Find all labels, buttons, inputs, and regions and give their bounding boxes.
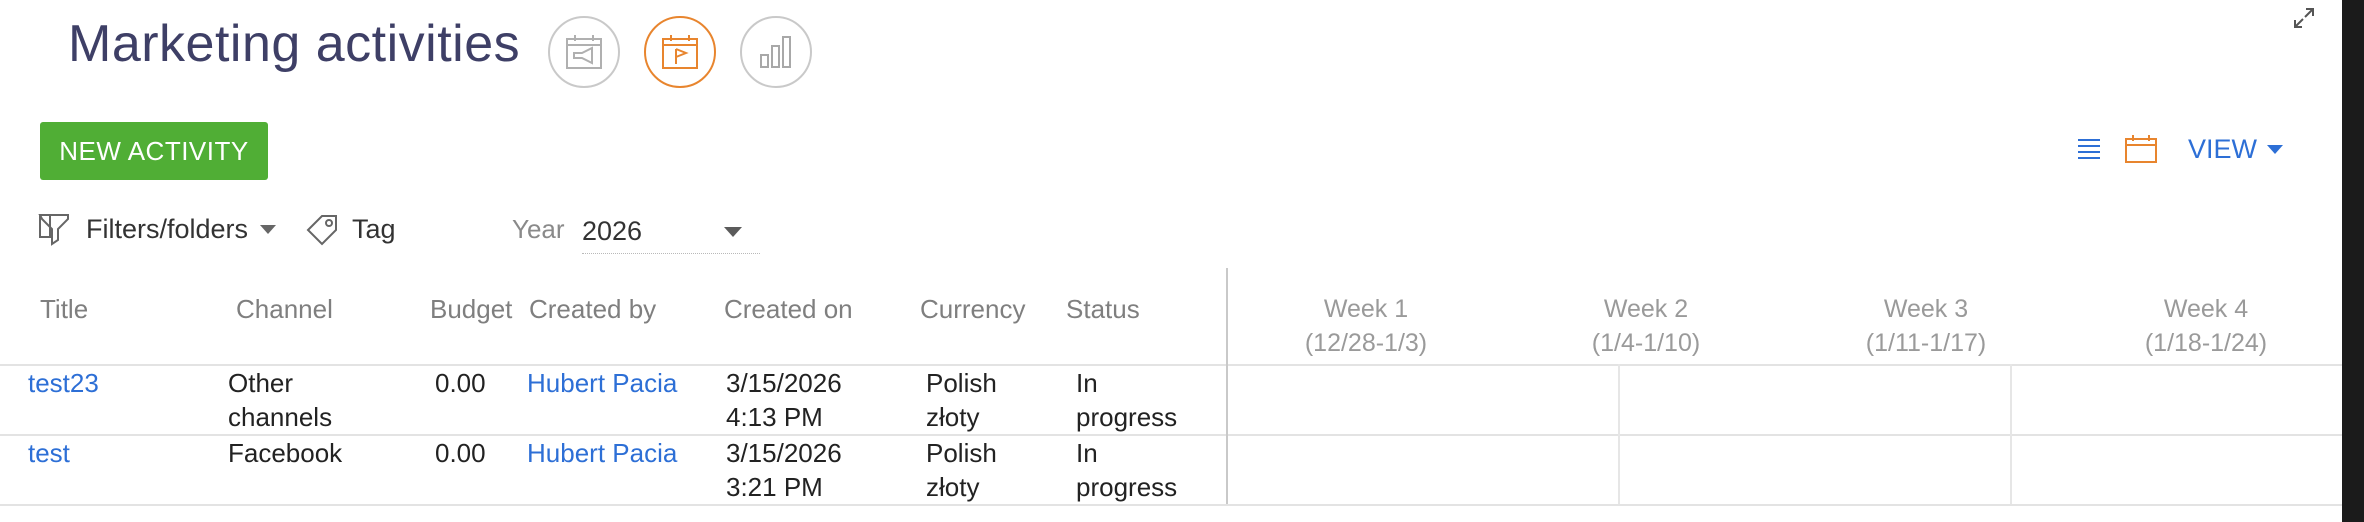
status-line: progress (1076, 402, 1178, 432)
currency-cell: Polish złoty (926, 366, 997, 434)
main-panel: Marketing activities NEW ACTIVITY VIEW F… (0, 0, 2342, 522)
currency-line: złoty (926, 402, 980, 432)
status-line: In (1076, 368, 1098, 398)
column-header-title[interactable]: Title (40, 294, 88, 325)
view-menu-button[interactable]: VIEW (2188, 134, 2284, 165)
created-by-link[interactable]: Hubert Pacia (527, 366, 677, 400)
currency-line: Polish (926, 438, 997, 468)
analytics-nav-button[interactable] (740, 16, 812, 88)
megaphone-calendar-icon (566, 35, 602, 69)
week-divider (1618, 364, 1620, 434)
calendar-view-icon[interactable] (2124, 134, 2158, 164)
created-on-date: 3/15/2026 (726, 368, 842, 398)
year-select[interactable]: 2026 (582, 210, 760, 254)
year-value: 2026 (582, 216, 643, 246)
chevron-down-icon (260, 224, 277, 234)
chevron-down-icon (2267, 145, 2284, 154)
activity-title-link[interactable]: test (28, 436, 70, 470)
week-range: (1/11-1/17) (1865, 329, 1987, 357)
year-label: Year (512, 214, 565, 244)
filter-folder-icon (38, 214, 69, 246)
status-cell: In progress (1076, 366, 1177, 434)
week-divider (2010, 364, 2012, 434)
new-activity-button[interactable]: NEW ACTIVITY (40, 122, 268, 180)
activity-title-link[interactable]: test23 (28, 366, 99, 400)
week-header: Week 1 (12/28-1/3) (1236, 292, 1496, 360)
column-header-currency[interactable]: Currency (920, 294, 1025, 325)
created-by-link[interactable]: Hubert Pacia (527, 436, 677, 470)
week-label: Week 3 (1883, 295, 1969, 323)
filters-folders-button[interactable]: Filters/folders (38, 212, 277, 246)
tag-label: Tag (352, 213, 396, 244)
grid-header: Title Channel Budget Created by Created … (0, 268, 2342, 366)
channel-line: channels (228, 402, 333, 432)
week-label: Week 4 (2163, 295, 2249, 323)
week-divider (1618, 434, 1620, 504)
calendar-flag-icon (662, 35, 698, 69)
list-view-icon[interactable] (2076, 136, 2102, 162)
week-label: Week 2 (1603, 295, 1689, 323)
created-on-time: 3:21 PM (726, 472, 823, 502)
created-on-cell: 3/15/2026 3:21 PM (726, 436, 842, 504)
column-header-status[interactable]: Status (1066, 294, 1140, 325)
chevron-down-icon (724, 226, 742, 237)
tag-icon (306, 215, 337, 246)
activities-nav-button[interactable] (644, 16, 716, 88)
created-on-date: 3/15/2026 (726, 438, 842, 468)
column-header-created-by[interactable]: Created by (529, 294, 656, 325)
expand-icon[interactable] (2292, 6, 2316, 30)
budget-cell: 0.00 (435, 368, 486, 398)
week-header: Week 2 (1/4-1/10) (1516, 292, 1776, 360)
campaigns-nav-button[interactable] (548, 16, 620, 88)
filters-label: Filters/folders (86, 213, 249, 244)
column-header-channel[interactable]: Channel (236, 294, 333, 325)
status-line: progress (1076, 472, 1178, 502)
currency-cell: Polish złoty (926, 436, 997, 504)
column-header-budget[interactable]: Budget (430, 294, 512, 325)
channel-line: Other (228, 368, 294, 398)
currency-line: Polish (926, 368, 997, 398)
week-range: (12/28-1/3) (1304, 329, 1428, 357)
status-cell: In progress (1076, 436, 1177, 504)
tag-button[interactable]: Tag (304, 212, 396, 246)
channel-cell: Other channels (228, 366, 332, 434)
view-label: VIEW (2188, 134, 2258, 164)
table-row[interactable]: test23 Other channels 0.00 Hubert Pacia … (0, 364, 2342, 436)
bar-chart-icon (760, 36, 791, 68)
channel-cell: Facebook (228, 436, 342, 470)
channel-line: Facebook (228, 438, 343, 468)
page-title: Marketing activities (68, 15, 521, 73)
grid-timeline-divider[interactable] (1226, 268, 1228, 504)
status-line: In (1076, 438, 1098, 468)
budget-cell: 0.00 (435, 438, 486, 468)
currency-line: złoty (926, 472, 980, 502)
week-header: Week 3 (1/11-1/17) (1796, 292, 2056, 360)
week-range: (1/4-1/10) (1591, 329, 1701, 357)
week-divider (2010, 434, 2012, 504)
created-on-time: 4:13 PM (726, 402, 823, 432)
column-header-created-on[interactable]: Created on (724, 294, 853, 325)
created-on-cell: 3/15/2026 4:13 PM (726, 366, 842, 434)
week-label: Week 1 (1323, 295, 1409, 323)
week-range: (1/18-1/24) (2144, 329, 2268, 357)
week-header: Week 4 (1/18-1/24) (2076, 292, 2336, 360)
table-row[interactable]: test Facebook 0.00 Hubert Pacia 3/15/202… (0, 434, 2342, 506)
